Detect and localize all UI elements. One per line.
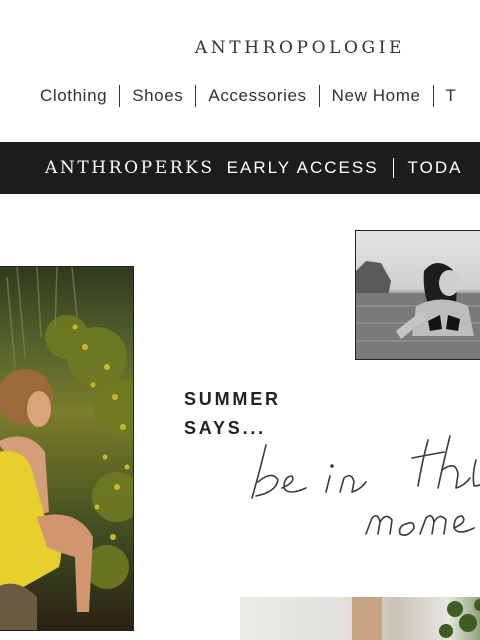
yellow-dress-illustration bbox=[0, 267, 133, 630]
brand-logo[interactable]: ANTHROPOLOGIE bbox=[0, 38, 480, 58]
nav-item-accessories[interactable]: Accessories bbox=[196, 84, 318, 108]
nav-item-truncated[interactable]: T bbox=[434, 84, 469, 108]
nav-item-shoes[interactable]: Shoes bbox=[120, 84, 195, 108]
promo-brand: ANTHROPERKS bbox=[45, 158, 215, 178]
headline-line-1: SUMMER bbox=[184, 389, 281, 409]
photo-bottom-product[interactable] bbox=[240, 597, 480, 640]
handwritten-script-art bbox=[251, 435, 480, 536]
photo-swimmer[interactable] bbox=[355, 230, 480, 360]
category-nav: Clothing Shoes Accessories New Home T bbox=[28, 84, 469, 108]
promo-divider bbox=[392, 158, 394, 178]
nav-item-new-home[interactable]: New Home bbox=[320, 84, 433, 108]
hero-photo-yellow-dress[interactable] bbox=[0, 266, 134, 631]
promo-label: EARLY ACCESS bbox=[226, 158, 379, 177]
email-page: ANTHROPOLOGIE Clothing Shoes Accessories… bbox=[0, 0, 480, 640]
promo-banner[interactable]: ANTHROPERKS EARLY ACCESS TODA bbox=[0, 142, 480, 194]
promo-today: TODA bbox=[407, 158, 463, 177]
swimmer-illustration bbox=[356, 261, 480, 359]
nav-item-clothing[interactable]: Clothing bbox=[28, 84, 119, 108]
bottom-photo-illustration bbox=[352, 597, 480, 640]
